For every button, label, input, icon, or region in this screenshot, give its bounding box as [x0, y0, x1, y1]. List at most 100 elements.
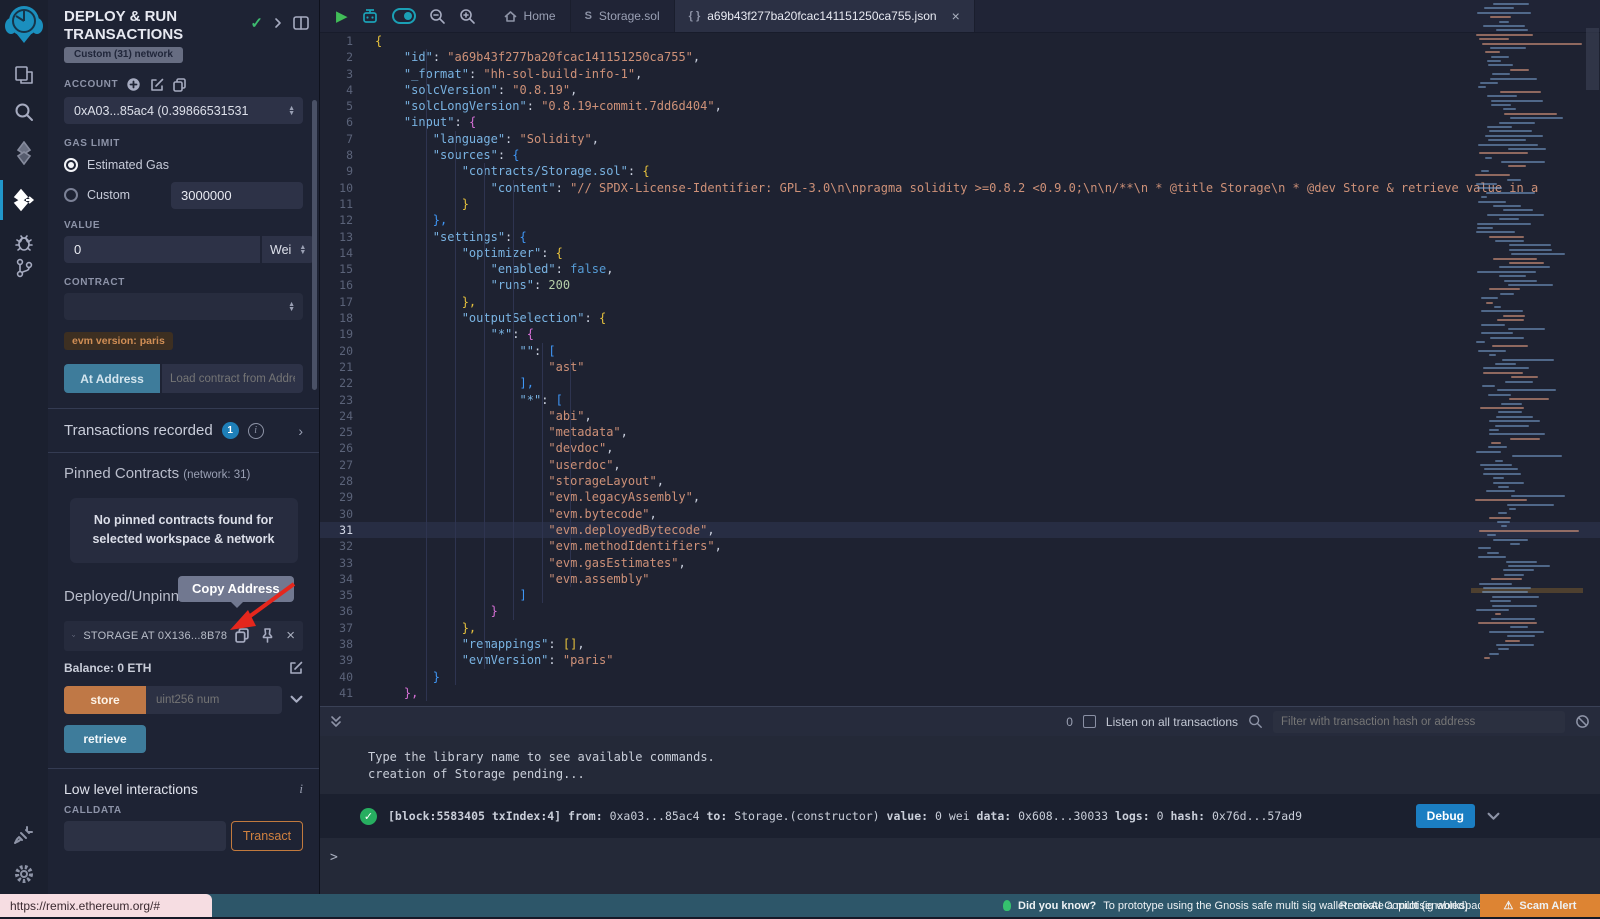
scam-alert-button[interactable]: ⚠ Scam Alert [1480, 894, 1600, 917]
browser-link-tooltip: https://remix.ethereum.org/# [0, 894, 212, 917]
add-account-icon[interactable] [126, 77, 141, 92]
custom-gas-radio[interactable] [64, 188, 78, 202]
run-script-icon[interactable]: ▶ [336, 7, 348, 25]
deploy-run-panel: DEPLOY & RUN TRANSACTIONS ✓ Custom (31) … [48, 0, 320, 894]
account-select[interactable]: 0xA03...85ac4 (0.39866531531 ▲▼ [64, 97, 303, 124]
remixai-robot-icon[interactable] [361, 7, 379, 25]
at-address-input[interactable] [162, 364, 303, 393]
remix-ide-window: DEPLOY & RUN TRANSACTIONS ✓ Custom (31) … [0, 0, 1600, 919]
icon-rail [0, 0, 48, 894]
clear-console-icon[interactable] [1575, 714, 1590, 729]
tab-storage-sol[interactable]: S Storage.sol [571, 0, 675, 32]
estimated-gas-label: Estimated Gas [87, 158, 169, 172]
transact-button[interactable]: Transact [231, 821, 303, 851]
network-badge: Custom (31) network [64, 47, 183, 63]
tab-home[interactable]: Home [490, 0, 571, 32]
copilot-status[interactable]: RemixAI Copilot (enabled) [1340, 894, 1468, 917]
minimap[interactable] [1471, 3, 1583, 665]
expand-log-icon[interactable] [1487, 812, 1500, 821]
transactions-recorded-label: Transactions recorded [64, 422, 213, 439]
scam-alert-label: Scam Alert [1519, 900, 1576, 912]
account-stepper-icon: ▲▼ [288, 106, 295, 116]
code-editor[interactable]: 1{2 "id": "a69b43f277ba20fcac141151250ca… [320, 33, 1600, 706]
deploy-run-icon[interactable] [0, 183, 48, 217]
panel-title: DEPLOY & RUN TRANSACTIONS [64, 8, 234, 44]
panel-scrollbar[interactable] [312, 100, 317, 390]
edit-account-icon[interactable] [150, 78, 164, 92]
compiled-check-icon: ✓ [250, 14, 263, 32]
empty-line1: No pinned contracts found for [84, 511, 284, 530]
value-input[interactable] [64, 236, 260, 263]
estimated-gas-row[interactable]: Estimated Gas [64, 154, 303, 176]
terminal-filter-input[interactable] [1273, 711, 1565, 733]
custom-gas-input[interactable] [171, 182, 303, 209]
close-tab-icon[interactable]: × [952, 8, 960, 24]
code-line: 37 }, [320, 620, 1600, 636]
store-arg-input[interactable] [146, 686, 282, 714]
plugin-manager-icon[interactable] [0, 818, 48, 852]
terminal-prompt[interactable]: > [330, 850, 338, 865]
custom-gas-row[interactable]: Custom [64, 184, 303, 206]
settings-gear-icon[interactable] [0, 857, 48, 891]
tab-label: Storage.sol [599, 9, 660, 23]
transactions-count-badge: 1 [222, 422, 239, 439]
tx-success-icon: ✓ [360, 808, 377, 825]
transaction-log-row[interactable]: ✓ [block:5583405 txIndex:4] from: 0xa03.… [320, 794, 1600, 838]
code-line: 8 "sources": { [320, 147, 1600, 163]
lightbulb-icon [1003, 900, 1011, 911]
code-line: 38 "remappings": [], [320, 636, 1600, 652]
low-level-title: Low level interactions [64, 781, 198, 797]
tab-build-info-json[interactable]: { } a69b43f277ba20fcac141151250ca755.jso… [675, 0, 975, 32]
contract-select[interactable]: ▲▼ [64, 293, 303, 320]
code-line: 39 "evmVersion": "paris" [320, 652, 1600, 668]
listen-all-checkbox[interactable] [1083, 715, 1096, 728]
editor-scrollbar[interactable] [1586, 28, 1599, 90]
zoom-out-icon[interactable] [429, 8, 446, 25]
code-line: 4 "solcVersion": "0.8.19", [320, 82, 1600, 98]
pinned-contracts-title: Pinned Contracts [64, 465, 179, 482]
tx-log-text: [block:5583405 txIndex:4] from: 0xa03...… [388, 809, 1302, 823]
editor-area: ▶ Home S Storage.sol { } a69b43f277ba20f… [320, 0, 1600, 894]
collapse-instance-icon[interactable] [72, 632, 75, 640]
account-value: 0xA03...85ac4 (0.39866531531 [74, 104, 284, 118]
code-line: 3 "_format": "hh-sol-build-info-1", [320, 66, 1600, 82]
edit-balance-icon[interactable] [289, 661, 303, 675]
file-explorer-icon[interactable] [0, 58, 48, 92]
info-icon[interactable]: i [248, 423, 264, 439]
copilot-toggle-icon[interactable] [392, 8, 416, 24]
annotation-arrow [222, 578, 300, 636]
zoom-in-icon[interactable] [459, 8, 476, 25]
code-line: 40 } [320, 669, 1600, 685]
code-line: 5 "solcLongVersion": "0.8.19+commit.7dd6… [320, 98, 1600, 114]
debug-button[interactable]: Debug [1416, 804, 1475, 828]
panel-chevron-icon[interactable] [273, 17, 283, 29]
empty-line2: selected workspace & network [84, 530, 284, 549]
estimated-gas-radio[interactable] [64, 158, 78, 172]
code-line: 6 "input": { [320, 114, 1600, 130]
retrieve-button[interactable]: retrieve [64, 725, 146, 753]
value-unit: Wei [270, 243, 291, 257]
code-line: 9 "contracts/Storage.sol": { [320, 163, 1600, 179]
terminal[interactable]: Type the library name to see available c… [320, 736, 1600, 894]
value-unit-select[interactable]: Wei ▲▼ [262, 236, 314, 263]
account-label-row: ACCOUNT [64, 77, 303, 92]
at-address-button[interactable]: At Address [64, 364, 160, 393]
calldata-label: CALLDATA [64, 805, 303, 816]
collapse-terminal-icon[interactable] [330, 715, 342, 729]
pin-panel-icon[interactable] [293, 16, 309, 30]
expand-store-icon[interactable] [290, 695, 303, 704]
tab-label: Home [524, 9, 556, 23]
expand-transactions-icon[interactable]: › [298, 423, 303, 439]
search-icon[interactable] [0, 95, 48, 129]
account-label: ACCOUNT [64, 79, 118, 90]
remix-logo-icon[interactable] [3, 3, 45, 45]
copy-account-icon[interactable] [173, 78, 186, 92]
code-line: 1{ [320, 33, 1600, 49]
terminal-search-icon[interactable] [1248, 714, 1263, 729]
solidity-compiler-icon[interactable] [0, 136, 48, 170]
terminal-toolbar: 0 Listen on all transactions [320, 706, 1600, 736]
low-level-info-icon[interactable]: i [299, 781, 303, 797]
calldata-input[interactable] [64, 821, 226, 851]
store-button[interactable]: store [64, 686, 146, 714]
git-icon[interactable] [0, 251, 48, 285]
